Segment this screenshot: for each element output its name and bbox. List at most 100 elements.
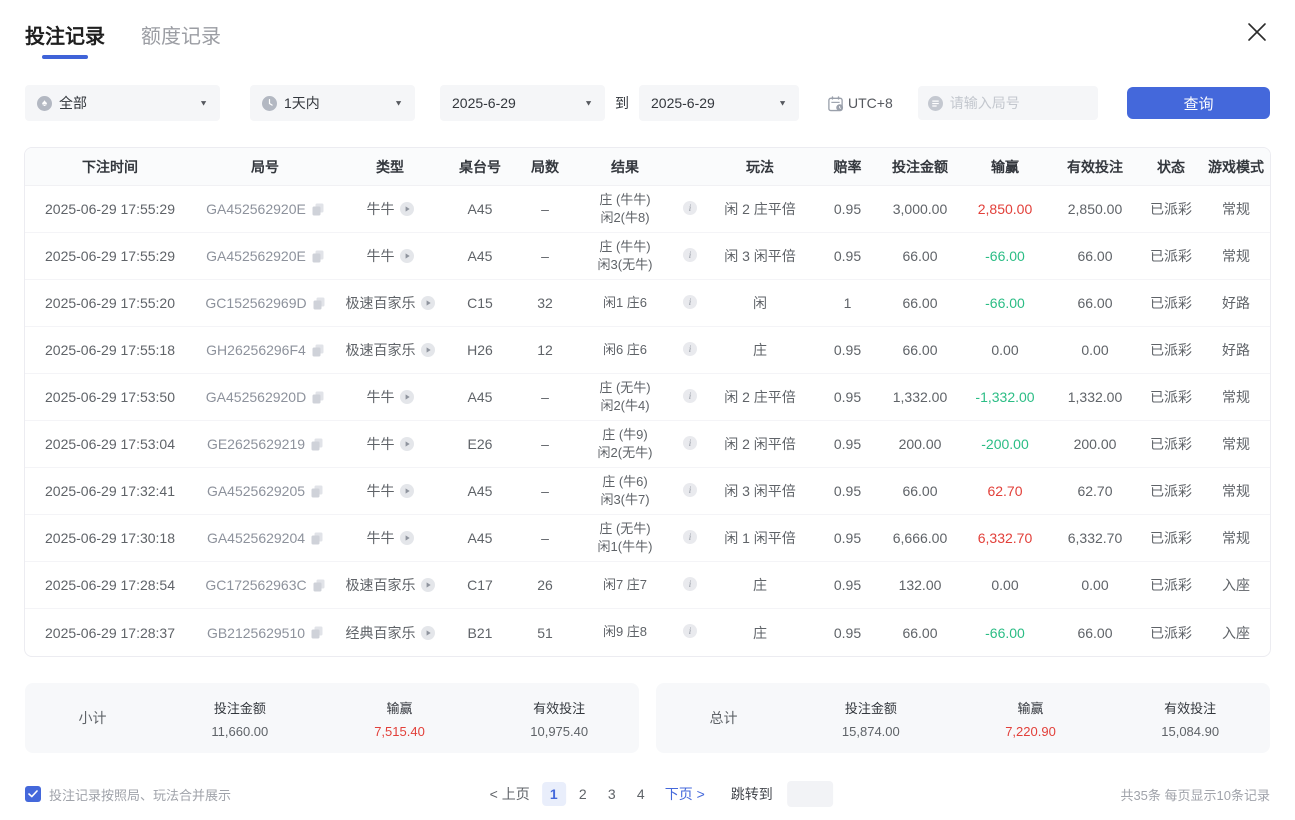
info-cell: i — [675, 295, 705, 312]
bet-time: 2025-06-29 17:55:18 — [25, 342, 195, 358]
play-type: 庄 — [705, 575, 815, 595]
game-type: 牛牛 — [367, 434, 395, 454]
play-type: 闲 1 闲平倍 — [705, 528, 815, 548]
table-row: 2025-06-29 17:30:18 GA4525629204 牛牛 A45 … — [25, 515, 1270, 562]
result: 庄 (牛6)闲3(牛7) — [575, 473, 675, 509]
info-cell: i — [675, 577, 705, 594]
play-type: 闲 2 庄平倍 — [705, 387, 815, 407]
bet-time: 2025-06-29 17:53:50 — [25, 389, 195, 405]
time-range-select[interactable]: 1天内 ▼ — [250, 85, 415, 121]
tab-quota-records[interactable]: 额度记录 — [141, 20, 221, 59]
chevron-down-icon: ▼ — [394, 99, 403, 108]
info-cell: i — [675, 201, 705, 218]
play-expand-icon[interactable] — [400, 249, 414, 263]
search-button[interactable]: 查询 — [1127, 87, 1270, 119]
copy-icon[interactable] — [312, 203, 324, 216]
prev-page-button[interactable]: < 上页 — [490, 784, 530, 804]
game-type-select[interactable]: ♠ 全部 ▼ — [25, 85, 220, 121]
result: 庄 (牛牛)闲2(牛8) — [575, 191, 675, 227]
game-mode: 常规 — [1202, 199, 1270, 219]
result: 闲6 庄6 — [575, 341, 675, 359]
game-type-cell: 牛牛 — [335, 481, 445, 501]
footer-bar: 投注记录按照局、玩法合并展示 < 上页 1234 下页 > 跳转到 共35条 每… — [25, 780, 1270, 808]
tab-betting-records[interactable]: 投注记录 — [25, 20, 105, 59]
round-count: – — [515, 201, 575, 217]
info-cell: i — [675, 530, 705, 547]
copy-icon[interactable] — [312, 250, 324, 263]
next-page-button[interactable]: 下页 > — [665, 784, 705, 804]
play-type: 闲 3 闲平倍 — [705, 481, 815, 501]
checkbox-checked-icon[interactable] — [25, 786, 41, 802]
copy-icon[interactable] — [312, 344, 324, 357]
bet-amount: 1,332.00 — [880, 389, 960, 405]
result: 庄 (无牛)闲2(牛4) — [575, 379, 675, 415]
bet-time: 2025-06-29 17:53:04 — [25, 436, 195, 452]
win-loss: -66.00 — [960, 295, 1050, 311]
game-mode: 常规 — [1202, 387, 1270, 407]
play-expand-icon[interactable] — [421, 296, 435, 310]
info-icon[interactable]: i — [683, 342, 697, 356]
page-button-2[interactable]: 2 — [571, 782, 595, 806]
info-icon[interactable]: i — [683, 201, 697, 215]
play-expand-icon[interactable] — [400, 437, 414, 451]
play-expand-icon[interactable] — [421, 578, 435, 592]
column-header: 类型 — [335, 157, 445, 177]
round-id-cell: GC172562963C — [195, 577, 335, 593]
copy-icon[interactable] — [311, 485, 323, 498]
round-count: – — [515, 436, 575, 452]
info-icon[interactable]: i — [683, 295, 697, 309]
valid-bet: 66.00 — [1050, 625, 1140, 641]
game-type-cell: 牛牛 — [335, 434, 445, 454]
info-icon[interactable]: i — [683, 530, 697, 544]
page-button-1[interactable]: 1 — [542, 782, 566, 806]
page-button-4[interactable]: 4 — [629, 782, 653, 806]
copy-icon[interactable] — [313, 297, 325, 310]
copy-icon[interactable] — [311, 626, 323, 639]
game-mode: 常规 — [1202, 434, 1270, 454]
round-count: 32 — [515, 295, 575, 311]
copy-icon[interactable] — [311, 438, 323, 451]
play-type: 庄 — [705, 623, 815, 643]
timezone-indicator: UTC+8 — [827, 95, 893, 112]
close-icon[interactable] — [1245, 20, 1269, 44]
result: 庄 (牛9)闲2(无牛) — [575, 426, 675, 462]
play-type: 闲 3 闲平倍 — [705, 246, 815, 266]
bet-amount: 200.00 — [880, 436, 960, 452]
play-expand-icon[interactable] — [400, 484, 414, 498]
valid-bet: 0.00 — [1050, 577, 1140, 593]
play-expand-icon[interactable] — [400, 390, 414, 404]
round-number-input[interactable] — [950, 95, 1080, 111]
round-id-cell: GA4525629205 — [195, 483, 335, 499]
win-loss: 0.00 — [960, 342, 1050, 358]
table-number: C15 — [445, 295, 515, 311]
round-id: GE2625629219 — [207, 436, 305, 452]
game-type-cell: 经典百家乐 — [335, 623, 445, 643]
summary-item: 输赢7,515.40 — [320, 698, 480, 739]
game-type-cell: 极速百家乐 — [335, 575, 445, 595]
info-icon[interactable]: i — [683, 436, 697, 450]
game-mode: 入座 — [1202, 623, 1270, 643]
date-to-select[interactable]: 2025-6-29 ▼ — [639, 85, 799, 121]
round-count: 26 — [515, 577, 575, 593]
info-icon[interactable]: i — [683, 483, 697, 497]
info-icon[interactable]: i — [683, 248, 697, 262]
info-icon[interactable]: i — [683, 624, 697, 638]
game-type-cell: 牛牛 — [335, 199, 445, 219]
betting-records-modal: 投注记录额度记录 ♠ 全部 ▼ 1天内 ▼ 2025-6-29 ▼ 到 2025… — [0, 0, 1295, 820]
page-button-3[interactable]: 3 — [600, 782, 624, 806]
game-type: 极速百家乐 — [346, 293, 416, 313]
date-from-select[interactable]: 2025-6-29 ▼ — [440, 85, 605, 121]
info-icon[interactable]: i — [683, 577, 697, 591]
play-expand-icon[interactable] — [400, 202, 414, 216]
round-count: – — [515, 248, 575, 264]
copy-icon[interactable] — [311, 532, 323, 545]
jump-page-input[interactable] — [787, 781, 833, 807]
play-expand-icon[interactable] — [421, 626, 435, 640]
bet-time: 2025-06-29 17:55:29 — [25, 201, 195, 217]
play-expand-icon[interactable] — [400, 531, 414, 545]
play-expand-icon[interactable] — [421, 343, 435, 357]
copy-icon[interactable] — [312, 391, 324, 404]
copy-icon[interactable] — [313, 579, 325, 592]
info-icon[interactable]: i — [683, 389, 697, 403]
merge-records-toggle[interactable]: 投注记录按照局、玩法合并展示 — [25, 785, 231, 804]
